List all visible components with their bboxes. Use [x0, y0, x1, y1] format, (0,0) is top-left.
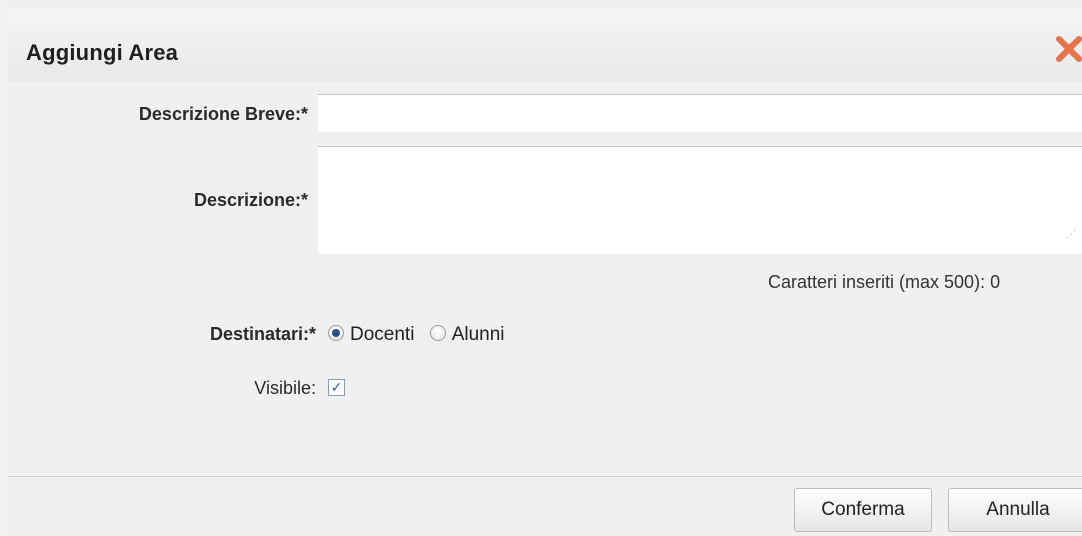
footer-separator	[8, 476, 1082, 477]
descrizione-textarea[interactable]	[318, 146, 1082, 254]
radio-alunni-label[interactable]: Alunni	[452, 324, 505, 345]
descrizione-breve-label: Descrizione Breve:*	[138, 104, 308, 124]
confirm-button[interactable]: Conferma	[794, 488, 932, 532]
radio-alunni[interactable]	[429, 325, 446, 341]
descrizione-label: Descrizione:*	[193, 190, 308, 210]
destinatari-label: Destinatari:*	[209, 324, 316, 344]
dialog-titlebar: Aggiungi Area	[8, 8, 1082, 82]
close-icon[interactable]	[1054, 34, 1082, 64]
resize-grip-icon[interactable]: ⋰	[1066, 230, 1076, 240]
visibile-label: Visibile:	[254, 378, 316, 398]
checkmark-icon: ✓	[330, 379, 343, 395]
add-area-dialog: Aggiungi Area Descrizione Breve:* Descri…	[8, 0, 1082, 536]
radio-docenti-label[interactable]: Docenti	[350, 324, 414, 345]
descrizione-breve-input[interactable]	[318, 94, 1082, 132]
dialog-title: Aggiungi Area	[26, 40, 179, 65]
character-counter: Caratteri inseriti (max 500): 0	[768, 272, 1001, 292]
radio-docenti[interactable]	[328, 325, 344, 341]
cancel-button[interactable]: Annulla	[948, 488, 1082, 532]
destinatari-radio-group: Docenti Alunni	[328, 324, 515, 346]
visibile-checkbox[interactable]: ✓	[328, 379, 345, 396]
